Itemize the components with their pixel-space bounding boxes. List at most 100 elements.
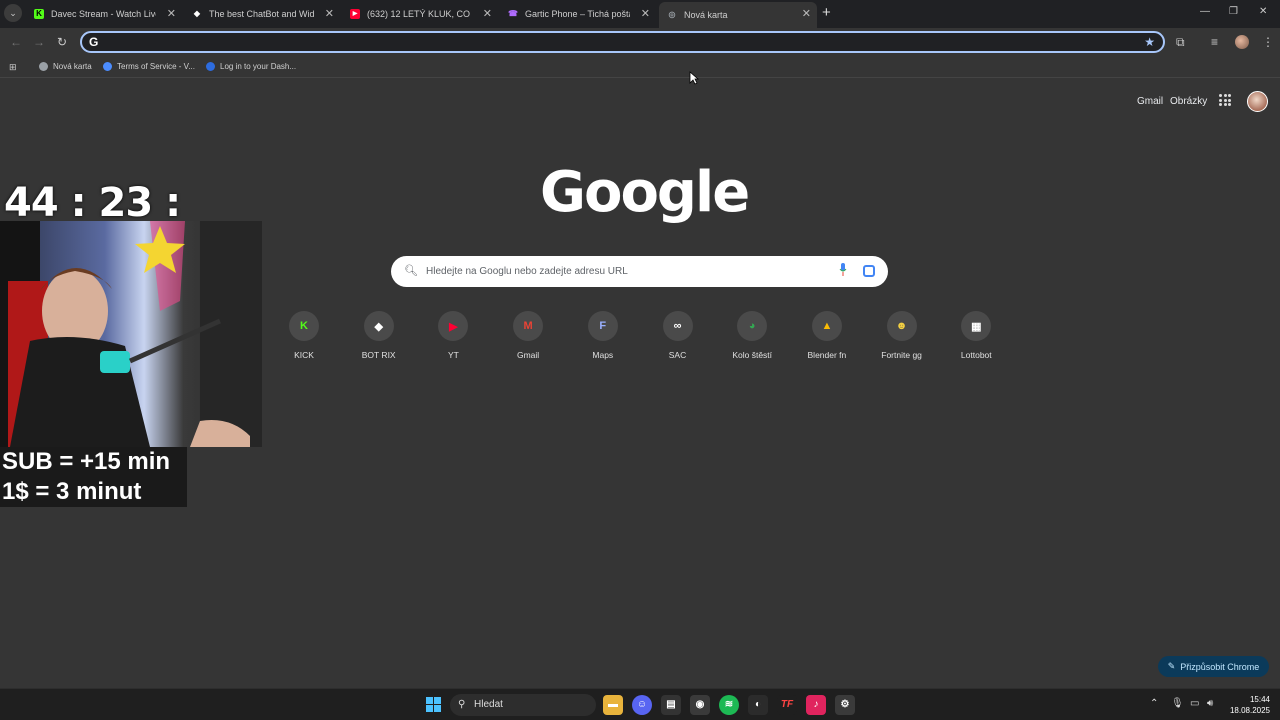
app-icon[interactable]: ▤ (661, 695, 681, 715)
clock-time: 15:44 (1249, 695, 1270, 704)
shortcut-label: Fortnite gg (881, 350, 922, 360)
shortcut-label: Blender fn (807, 350, 847, 360)
shortcut-tile[interactable]: ◕ Kolo štěstí (717, 311, 787, 360)
address-bar[interactable]: G ★ (80, 31, 1165, 53)
close-icon[interactable]: ✕ (802, 8, 811, 20)
tab-title: Davec Stream - Watch Live on K (51, 9, 156, 19)
tab-strip: ⌄ K Davec Stream - Watch Live on K ✕ ◆ T… (0, 0, 1280, 28)
file-explorer-icon[interactable]: ▬ (603, 695, 623, 715)
reload-icon[interactable]: ↻ (57, 35, 67, 49)
search-icon: ⚲ (458, 699, 466, 710)
v-icon (103, 62, 112, 71)
botrix-icon: ◆ (193, 9, 201, 18)
shortcut-icon: ☻ (886, 311, 917, 341)
search-icon: 🔍︎ (404, 265, 418, 277)
new-tab-button[interactable]: + (822, 5, 831, 21)
close-window-icon[interactable]: ✕ (1259, 6, 1267, 17)
discord-icon[interactable]: ☺ (632, 695, 652, 715)
lens-icon[interactable] (863, 265, 875, 277)
bookmark-item[interactable]: Terms of Service - V... (103, 62, 195, 71)
close-icon[interactable]: ✕ (325, 8, 334, 20)
shortcut-icon: ◆ (363, 311, 394, 341)
globe-icon (39, 62, 48, 71)
images-link[interactable]: Obrázky (1170, 96, 1207, 107)
shortcut-tile[interactable]: ∞ SAC (643, 311, 713, 360)
stream-timer: 44 : 23 : 17 (4, 180, 181, 272)
google-g-icon: G (89, 35, 99, 49)
shortcut-icon: ▶ (438, 311, 469, 341)
system-clock[interactable]: 15:44 18.08.2025 (1226, 694, 1270, 716)
tab-new-tab[interactable]: ◎ Nová karta ✕ (659, 2, 817, 28)
shortcut-label: KICK (294, 350, 314, 360)
chevron-up-icon[interactable]: ⌃ (1150, 698, 1158, 709)
steam-icon[interactable]: ⚙ (835, 695, 855, 715)
shortcut-tile[interactable]: ▶ YT (418, 311, 488, 360)
restore-icon[interactable]: ❐ (1229, 6, 1238, 17)
google-logo: Google (540, 160, 750, 225)
bookmark-item[interactable]: Log in to your Dash... (206, 62, 296, 71)
back-icon[interactable]: ← (10, 35, 22, 49)
taskbar: ⚲ Hledat ▬ ☺ ▤ ◉ ≋ ◐ TF ♪ ⚙ ⌃ 🎙︎ ▭ 🔊︎ 15… (0, 688, 1280, 720)
tab-kick[interactable]: K Davec Stream - Watch Live on K ✕ (26, 2, 182, 26)
profile-avatar[interactable] (1235, 35, 1249, 49)
bookmark-star-icon[interactable]: ★ (1144, 35, 1155, 49)
shortcut-icon: ∞ (662, 311, 693, 341)
shortcut-label: Maps (592, 350, 614, 360)
tab-gartic[interactable]: ☎ Gartic Phone – Tichá pošta ✕ (500, 2, 656, 26)
kick-icon: K (34, 9, 44, 19)
customize-chrome-button[interactable]: ✎ Přizpůsobit Chrome (1158, 656, 1269, 677)
search-box[interactable]: 🔍︎ Hledejte na Googlu nebo zadejte adres… (391, 256, 888, 287)
bookmark-item[interactable]: Nová karta (39, 62, 92, 71)
donation-rule-text: 1$ = 3 minut (0, 477, 187, 507)
tab-title: (632) 12 LETÝ KLUK, CO OKRADL (367, 9, 472, 19)
gmail-link[interactable]: Gmail (1137, 96, 1163, 107)
shortcut-label: BOT RIX (361, 350, 396, 360)
close-icon[interactable]: ✕ (641, 8, 650, 20)
shortcut-tile[interactable]: ▲ Blender fn (792, 311, 862, 360)
volume-icon[interactable]: 🔊︎ (1207, 698, 1213, 709)
apps-grid-icon[interactable]: ⊞ (9, 62, 17, 73)
obs-icon[interactable]: ◐ (748, 695, 768, 715)
tab-search-button[interactable]: ⌄ (4, 4, 22, 22)
reading-list-icon[interactable]: ≡ (1211, 35, 1218, 49)
shortcut-tile[interactable]: ▦ Lottobot (941, 311, 1011, 360)
shortcut-label: Kolo štěstí (732, 350, 773, 360)
network-icon[interactable]: ▭ (1190, 698, 1199, 709)
spotify-icon[interactable]: ≋ (719, 695, 739, 715)
menu-icon[interactable]: ⋮ (1262, 35, 1274, 49)
customize-label: Přizpůsobit Chrome (1180, 661, 1260, 672)
taskbar-search[interactable]: ⚲ Hledat (450, 694, 596, 716)
close-icon[interactable]: ✕ (167, 8, 176, 20)
windows-start-icon[interactable] (426, 697, 441, 712)
tab-title: The best ChatBot and Widgets (209, 9, 314, 19)
bookmarks-bar: ⊞ Nová karta Terms of Service - V... Log… (0, 56, 1280, 78)
microphone-icon[interactable] (839, 263, 847, 276)
shortcut-tile[interactable]: K KICK (269, 311, 339, 360)
taskbar-search-label: Hledat (474, 699, 503, 710)
tab-youtube[interactable]: ▶ (632) 12 LETÝ KLUK, CO OKRADL ✕ (342, 2, 498, 26)
tab-botrix[interactable]: ◆ The best ChatBot and Widgets ✕ (184, 2, 340, 26)
chrome-taskbar-icon[interactable]: ◉ (690, 695, 710, 715)
minimize-icon[interactable]: — (1200, 6, 1210, 17)
search-input[interactable]: Hledejte na Googlu nebo zadejte adresu U… (426, 266, 628, 277)
forward-icon[interactable]: → (33, 35, 45, 49)
close-icon[interactable]: ✕ (483, 8, 492, 20)
webcam-feed (0, 221, 262, 447)
shortcut-tile[interactable]: ◆ BOT RIX (344, 311, 414, 360)
tab-title: Gartic Phone – Tichá pošta (525, 9, 630, 19)
shortcut-tile[interactable]: F Maps (568, 311, 638, 360)
tab-title: Nová karta (684, 10, 728, 20)
pencil-icon: ✎ (1167, 661, 1176, 671)
tiktok-icon[interactable]: ♪ (806, 695, 826, 715)
extensions-icon[interactable]: ⧉ (1176, 35, 1185, 50)
google-apps-icon[interactable] (1219, 94, 1231, 106)
dashboard-icon (206, 62, 215, 71)
shortcut-label: Lottobot (960, 350, 992, 360)
sub-rule-text: SUB = +15 min (0, 447, 187, 477)
shortcut-tile[interactable]: M Gmail (493, 311, 563, 360)
account-avatar[interactable] (1247, 91, 1268, 112)
shortcut-tile[interactable]: ☻ Fortnite gg (867, 311, 937, 360)
bookmark-label: Log in to your Dash... (220, 62, 297, 71)
tf-icon[interactable]: TF (777, 695, 797, 715)
microphone-tray-icon[interactable]: 🎙︎ (1171, 698, 1184, 709)
